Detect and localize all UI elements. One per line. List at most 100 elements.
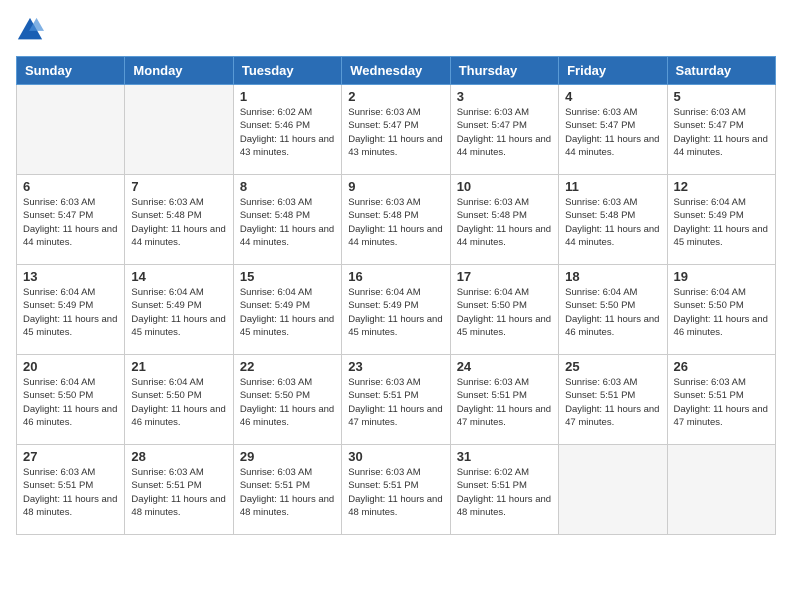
page-header xyxy=(16,16,776,44)
logo-icon xyxy=(16,16,44,44)
day-number: 21 xyxy=(131,359,226,374)
logo xyxy=(16,16,48,44)
day-number: 7 xyxy=(131,179,226,194)
day-info: Sunrise: 6:03 AM Sunset: 5:51 PM Dayligh… xyxy=(348,466,443,519)
column-header-saturday: Saturday xyxy=(667,57,775,85)
day-number: 24 xyxy=(457,359,552,374)
day-info: Sunrise: 6:03 AM Sunset: 5:51 PM Dayligh… xyxy=(23,466,118,519)
day-number: 17 xyxy=(457,269,552,284)
calendar-cell: 22 Sunrise: 6:03 AM Sunset: 5:50 PM Dayli… xyxy=(233,355,341,445)
day-number: 16 xyxy=(348,269,443,284)
calendar-cell: 18 Sunrise: 6:04 AM Sunset: 5:50 PM Dayli… xyxy=(559,265,667,355)
day-number: 12 xyxy=(674,179,769,194)
calendar-cell: 27 Sunrise: 6:03 AM Sunset: 5:51 PM Dayli… xyxy=(17,445,125,535)
calendar-cell: 16Sunrise: 6:04 AM Sunset: 5:49 PM Dayli… xyxy=(342,265,450,355)
day-number: 6 xyxy=(23,179,118,194)
day-info: Sunrise: 6:03 AM Sunset: 5:50 PM Dayligh… xyxy=(240,376,335,429)
calendar-cell: 26 Sunrise: 6:03 AM Sunset: 5:51 PM Dayli… xyxy=(667,355,775,445)
day-info: Sunrise: 6:02 AM Sunset: 5:51 PM Dayligh… xyxy=(457,466,552,519)
day-info: Sunrise: 6:03 AM Sunset: 5:48 PM Dayligh… xyxy=(348,196,443,249)
day-number: 8 xyxy=(240,179,335,194)
calendar-cell: 19 Sunrise: 6:04 AM Sunset: 5:50 PM Dayli… xyxy=(667,265,775,355)
calendar-cell: 4Sunrise: 6:03 AM Sunset: 5:47 PM Daylig… xyxy=(559,85,667,175)
day-info: Sunrise: 6:04 AM Sunset: 5:50 PM Dayligh… xyxy=(131,376,226,429)
day-number: 11 xyxy=(565,179,660,194)
calendar-cell xyxy=(17,85,125,175)
calendar-body: 1Sunrise: 6:02 AM Sunset: 5:46 PM Daylig… xyxy=(17,85,776,535)
day-info: Sunrise: 6:03 AM Sunset: 5:47 PM Dayligh… xyxy=(565,106,660,159)
column-header-monday: Monday xyxy=(125,57,233,85)
day-info: Sunrise: 6:04 AM Sunset: 5:50 PM Dayligh… xyxy=(674,286,769,339)
calendar-cell: 21 Sunrise: 6:04 AM Sunset: 5:50 PM Dayli… xyxy=(125,355,233,445)
calendar-cell: 15 Sunrise: 6:04 AM Sunset: 5:49 PM Dayli… xyxy=(233,265,341,355)
day-number: 2 xyxy=(348,89,443,104)
calendar-cell: 10 Sunrise: 6:03 AM Sunset: 5:48 PM Dayli… xyxy=(450,175,558,265)
day-number: 27 xyxy=(23,449,118,464)
calendar-cell: 30 Sunrise: 6:03 AM Sunset: 5:51 PM Dayli… xyxy=(342,445,450,535)
day-number: 26 xyxy=(674,359,769,374)
day-info: Sunrise: 6:04 AM Sunset: 5:49 PM Dayligh… xyxy=(674,196,769,249)
day-info: Sunrise: 6:03 AM Sunset: 5:51 PM Dayligh… xyxy=(565,376,660,429)
column-header-wednesday: Wednesday xyxy=(342,57,450,85)
day-info: Sunrise: 6:03 AM Sunset: 5:51 PM Dayligh… xyxy=(348,376,443,429)
calendar-cell: 25 Sunrise: 6:03 AM Sunset: 5:51 PM Dayli… xyxy=(559,355,667,445)
day-number: 20 xyxy=(23,359,118,374)
calendar-cell: 31 Sunrise: 6:02 AM Sunset: 5:51 PM Dayli… xyxy=(450,445,558,535)
day-number: 15 xyxy=(240,269,335,284)
calendar-cell: 29Sunrise: 6:03 AM Sunset: 5:51 PM Dayli… xyxy=(233,445,341,535)
day-number: 23 xyxy=(348,359,443,374)
day-info: Sunrise: 6:03 AM Sunset: 5:47 PM Dayligh… xyxy=(674,106,769,159)
calendar-cell: 28Sunrise: 6:03 AM Sunset: 5:51 PM Dayli… xyxy=(125,445,233,535)
calendar-cell: 11Sunrise: 6:03 AM Sunset: 5:48 PM Dayli… xyxy=(559,175,667,265)
calendar-cell xyxy=(559,445,667,535)
calendar-cell: 9 Sunrise: 6:03 AM Sunset: 5:48 PM Daylig… xyxy=(342,175,450,265)
day-info: Sunrise: 6:03 AM Sunset: 5:51 PM Dayligh… xyxy=(131,466,226,519)
week-row-1: 1Sunrise: 6:02 AM Sunset: 5:46 PM Daylig… xyxy=(17,85,776,175)
day-number: 13 xyxy=(23,269,118,284)
day-info: Sunrise: 6:04 AM Sunset: 5:49 PM Dayligh… xyxy=(131,286,226,339)
calendar-cell: 2 Sunrise: 6:03 AM Sunset: 5:47 PM Daylig… xyxy=(342,85,450,175)
calendar-cell: 12 Sunrise: 6:04 AM Sunset: 5:49 PM Dayli… xyxy=(667,175,775,265)
day-number: 10 xyxy=(457,179,552,194)
day-info: Sunrise: 6:04 AM Sunset: 5:49 PM Dayligh… xyxy=(240,286,335,339)
day-number: 29 xyxy=(240,449,335,464)
day-info: Sunrise: 6:03 AM Sunset: 5:47 PM Dayligh… xyxy=(457,106,552,159)
day-info: Sunrise: 6:03 AM Sunset: 5:48 PM Dayligh… xyxy=(240,196,335,249)
calendar-cell: 13 Sunrise: 6:04 AM Sunset: 5:49 PM Dayli… xyxy=(17,265,125,355)
day-number: 19 xyxy=(674,269,769,284)
calendar-table: SundayMondayTuesdayWednesdayThursdayFrid… xyxy=(16,56,776,535)
day-info: Sunrise: 6:03 AM Sunset: 5:51 PM Dayligh… xyxy=(457,376,552,429)
day-number: 18 xyxy=(565,269,660,284)
day-info: Sunrise: 6:04 AM Sunset: 5:49 PM Dayligh… xyxy=(23,286,118,339)
day-info: Sunrise: 6:03 AM Sunset: 5:47 PM Dayligh… xyxy=(348,106,443,159)
day-info: Sunrise: 6:03 AM Sunset: 5:48 PM Dayligh… xyxy=(457,196,552,249)
column-header-thursday: Thursday xyxy=(450,57,558,85)
calendar-cell: 5 Sunrise: 6:03 AM Sunset: 5:47 PM Daylig… xyxy=(667,85,775,175)
day-number: 9 xyxy=(348,179,443,194)
column-header-friday: Friday xyxy=(559,57,667,85)
week-row-5: 27 Sunrise: 6:03 AM Sunset: 5:51 PM Dayli… xyxy=(17,445,776,535)
day-number: 22 xyxy=(240,359,335,374)
calendar-cell: 14 Sunrise: 6:04 AM Sunset: 5:49 PM Dayli… xyxy=(125,265,233,355)
calendar-cell: 3Sunrise: 6:03 AM Sunset: 5:47 PM Daylig… xyxy=(450,85,558,175)
day-info: Sunrise: 6:04 AM Sunset: 5:50 PM Dayligh… xyxy=(457,286,552,339)
day-number: 30 xyxy=(348,449,443,464)
calendar-cell: 17 Sunrise: 6:04 AM Sunset: 5:50 PM Dayli… xyxy=(450,265,558,355)
day-info: Sunrise: 6:04 AM Sunset: 5:50 PM Dayligh… xyxy=(565,286,660,339)
calendar-cell xyxy=(667,445,775,535)
calendar-cell: 1Sunrise: 6:02 AM Sunset: 5:46 PM Daylig… xyxy=(233,85,341,175)
calendar-cell: 24 Sunrise: 6:03 AM Sunset: 5:51 PM Dayli… xyxy=(450,355,558,445)
day-number: 25 xyxy=(565,359,660,374)
calendar-cell: 7 Sunrise: 6:03 AM Sunset: 5:48 PM Daylig… xyxy=(125,175,233,265)
day-number: 14 xyxy=(131,269,226,284)
week-row-4: 20 Sunrise: 6:04 AM Sunset: 5:50 PM Dayli… xyxy=(17,355,776,445)
week-row-2: 6Sunrise: 6:03 AM Sunset: 5:47 PM Daylig… xyxy=(17,175,776,265)
day-info: Sunrise: 6:03 AM Sunset: 5:51 PM Dayligh… xyxy=(674,376,769,429)
calendar-cell: 20Sunrise: 6:04 AM Sunset: 5:50 PM Dayli… xyxy=(17,355,125,445)
week-row-3: 13 Sunrise: 6:04 AM Sunset: 5:49 PM Dayli… xyxy=(17,265,776,355)
day-number: 5 xyxy=(674,89,769,104)
calendar-cell: 6Sunrise: 6:03 AM Sunset: 5:47 PM Daylig… xyxy=(17,175,125,265)
column-header-tuesday: Tuesday xyxy=(233,57,341,85)
day-info: Sunrise: 6:03 AM Sunset: 5:48 PM Dayligh… xyxy=(131,196,226,249)
day-number: 31 xyxy=(457,449,552,464)
